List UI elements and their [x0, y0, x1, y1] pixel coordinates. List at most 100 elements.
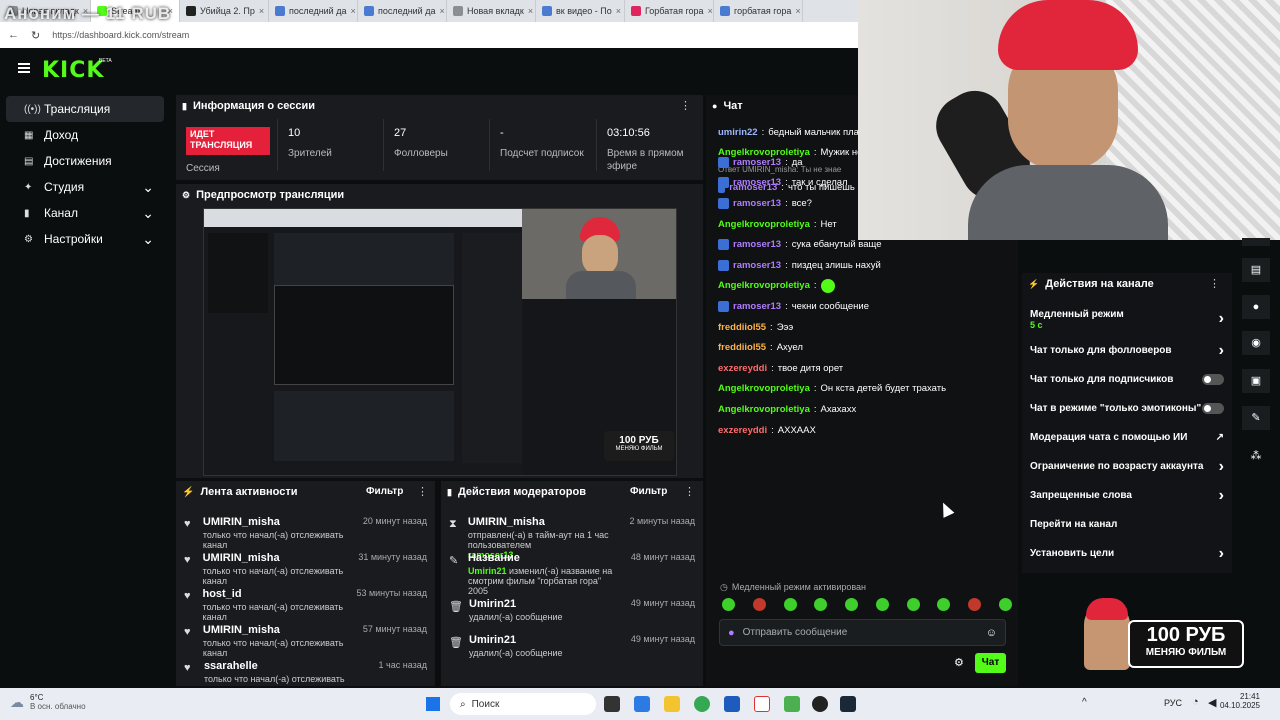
activity-item[interactable]: ♥ host_id только что начал(-а) отслеживать…	[176, 583, 435, 622]
wifi-icon[interactable]: ◔	[1192, 696, 1199, 708]
tray-chevron-icon[interactable]: ^	[1082, 697, 1087, 708]
activity-filter-button[interactable]: Фильтр	[366, 486, 403, 497]
tab-close-icon[interactable]: ×	[528, 6, 533, 16]
browser-tab[interactable]: Горбатая гора ×	[625, 0, 714, 22]
steam-icon[interactable]	[840, 696, 856, 712]
chat-username[interactable]: Angelkrovoproletiya	[718, 383, 810, 394]
chevron-right-icon[interactable]: ›	[1219, 310, 1224, 328]
chat-username[interactable]: Angelkrovoproletiya	[718, 219, 810, 230]
chat-username[interactable]: exzereyddi	[718, 363, 767, 374]
clock[interactable]: 21:41 04.10.2025	[1218, 692, 1260, 710]
channel-actions-menu-icon[interactable]: ⋮	[1209, 277, 1220, 290]
sidebar-item[interactable]: ▦ Доход	[6, 122, 164, 148]
chevron-down-icon[interactable]: ⌄	[142, 231, 154, 248]
chat-message[interactable]: Angelkrovoproletiya:	[718, 276, 1013, 297]
emote-icon[interactable]	[937, 598, 951, 611]
chat-input-box[interactable]: ● Отправить сообщение ☺	[719, 619, 1006, 646]
utorrent-icon[interactable]	[784, 696, 800, 712]
sidebar-item[interactable]: ((•)) Трансляция	[6, 96, 164, 122]
chat-message[interactable]: freddiiol55: Ахуел	[718, 337, 1013, 358]
sidebar-item[interactable]: ⚙ Настройки ⌄	[6, 226, 164, 252]
menu-icon[interactable]	[18, 63, 30, 73]
activity-item[interactable]: ♥ UMIRIN_misha только что начал(-а) отслеж…	[176, 619, 435, 658]
browser-tab[interactable]: горбатая гора ×	[714, 0, 803, 22]
chat-username[interactable]: Angelkrovoproletiya	[718, 404, 810, 415]
mod-action-user[interactable]: Umirin21	[468, 566, 507, 576]
chat-message[interactable]: ramoser13: чекни сообщение	[718, 296, 1013, 317]
task-view-icon[interactable]	[604, 696, 620, 712]
mod-filter-button[interactable]: Фильтр	[630, 486, 667, 497]
channel-action-item[interactable]: Чат только для фолловеров ›	[1022, 336, 1232, 365]
browser-tab[interactable]: последний да ×	[358, 0, 447, 22]
yandex-icon[interactable]	[754, 696, 770, 712]
rail-wrench-icon[interactable]: ✎	[1242, 406, 1270, 430]
chat-username[interactable]: ramoser13	[733, 239, 781, 250]
chat-message[interactable]: umirin22: бедный мальчик плаче	[718, 122, 868, 143]
chat-message[interactable]: freddiiol55: Эээ	[718, 317, 1013, 338]
emote-icon[interactable]	[783, 598, 797, 611]
browser-tab[interactable]: Убийца 2. Пр ×	[180, 0, 269, 22]
channel-action-item[interactable]: Модерация чата с помощью ИИ ↗	[1022, 423, 1232, 452]
rail-share-icon[interactable]: ⁂	[1242, 444, 1270, 468]
tab-close-icon[interactable]: ×	[439, 6, 444, 16]
emote-icon[interactable]	[845, 598, 859, 611]
external-link-icon[interactable]: ↗	[1216, 432, 1224, 443]
emote-icon[interactable]	[998, 598, 1012, 611]
tab-close-icon[interactable]: ×	[795, 6, 800, 16]
calendar-icon[interactable]	[724, 696, 740, 712]
channel-action-item[interactable]: Установить цели ›	[1022, 539, 1232, 568]
chat-message[interactable]: exzereyddi: твое дитя орет	[718, 358, 1013, 379]
chat-username[interactable]: Angelkrovoproletiya	[718, 280, 810, 291]
chevron-right-icon[interactable]: ›	[1219, 487, 1224, 505]
emote-icon[interactable]	[722, 598, 735, 611]
mod-action-item[interactable]: ✎ Название Umirin21 изменил(-а) название н…	[441, 547, 703, 596]
chat-username[interactable]: exzereyddi	[718, 425, 767, 436]
chat-username[interactable]: ramoser13	[733, 177, 781, 188]
rail-broadcast-icon[interactable]: ◉	[1242, 331, 1270, 355]
url-text[interactable]: https://dashboard.kick.com/stream	[52, 30, 189, 40]
channel-action-item[interactable]: Медленный режим 5 с ›	[1022, 302, 1232, 336]
toggle-switch[interactable]	[1202, 403, 1224, 414]
stream-preview-video[interactable]: 100 РУБ МЕНЯЮ ФИЛЬМ	[203, 208, 677, 476]
channel-action-item[interactable]: Запрещенные слова ›	[1022, 481, 1232, 510]
chat-username[interactable]: ramoser13	[733, 260, 781, 271]
weather-widget[interactable]: ☁ 6°C В осн. облачно	[10, 693, 86, 711]
mod-action-item[interactable]: 🗑 Umirin21 удалил(-а) сообщение 49 минут на…	[441, 629, 703, 665]
tab-close-icon[interactable]: ×	[708, 6, 713, 16]
emote-icon[interactable]	[814, 598, 828, 611]
emote-icon[interactable]	[906, 598, 920, 611]
chat-username[interactable]: ramoser13	[733, 301, 781, 312]
rail-notes-icon[interactable]: ▤	[1242, 258, 1270, 282]
mod-action-item[interactable]: ⧗ UMIRIN_misha отправлен(-а) в тайм-аут на…	[441, 511, 703, 560]
kick-logo[interactable]: KICK	[42, 58, 104, 83]
activity-menu-icon[interactable]: ⋮	[417, 485, 428, 498]
mod-action-item[interactable]: 🗑 Umirin21 удалил(-а) сообщение 49 минут на…	[441, 593, 703, 629]
sidebar-item[interactable]: ▮ Канал ⌄	[6, 200, 164, 226]
chat-username[interactable]: freddiiol55	[718, 342, 766, 353]
mic-icon[interactable]: ●	[728, 627, 735, 639]
chat-message[interactable]: Angelkrovoproletiya: Ахахахх	[718, 399, 1013, 420]
chat-username[interactable]: freddiiol55	[718, 322, 766, 333]
chevron-right-icon[interactable]: ›	[1219, 342, 1224, 360]
back-icon[interactable]: ←	[8, 29, 19, 41]
chat-send-button[interactable]: Чат	[975, 653, 1006, 673]
tab-close-icon[interactable]: ×	[350, 6, 355, 16]
keyboard-lang[interactable]: РУС	[1164, 698, 1182, 708]
chat-message[interactable]: Angelkrovoproletiya: Он кста детей будет …	[718, 379, 1013, 400]
emote-icon[interactable]	[752, 598, 766, 611]
chat-message[interactable]: ramoser13: пиздец злишь нахуй	[718, 255, 1013, 276]
channel-action-item[interactable]: Чат только для подписчиков	[1022, 365, 1232, 394]
sidebar-item[interactable]: ✦ Студия ⌄	[6, 174, 164, 200]
folder-icon[interactable]	[664, 696, 680, 712]
browser-tab[interactable]: вк видео - По ×	[536, 0, 625, 22]
channel-action-item[interactable]: Перейти на канал	[1022, 510, 1232, 539]
explorer-icon[interactable]	[634, 696, 650, 712]
chevron-down-icon[interactable]: ⌄	[142, 179, 154, 196]
channel-action-item[interactable]: Чат в режиме "только эмотиконы"	[1022, 394, 1232, 423]
chat-username[interactable]: ramoser13	[733, 198, 781, 209]
chat-username[interactable]: ramoser13	[733, 157, 781, 168]
chevron-right-icon[interactable]: ›	[1219, 458, 1224, 476]
mod-menu-icon[interactable]: ⋮	[684, 485, 695, 498]
chat-username[interactable]: umirin22	[718, 127, 758, 138]
emoji-icon[interactable]: ☺	[986, 627, 997, 639]
